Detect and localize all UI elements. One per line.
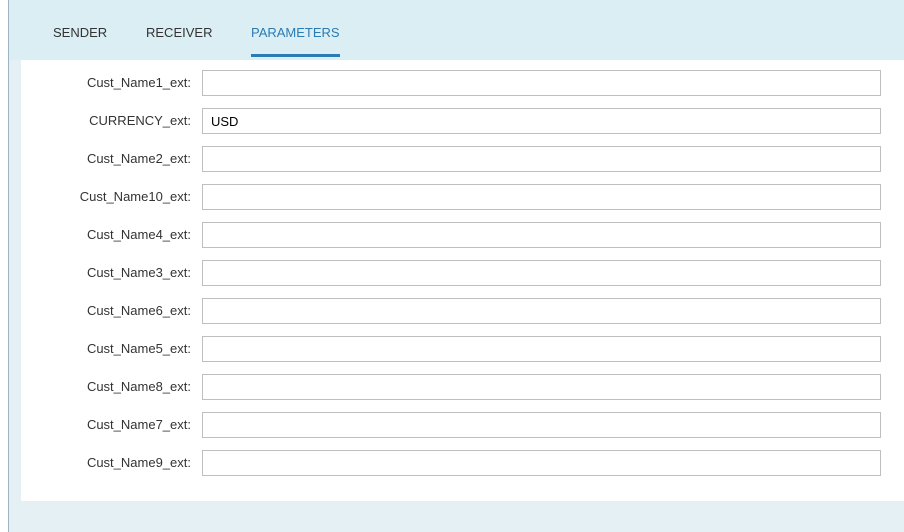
cust-name9-ext-input[interactable]: [202, 450, 881, 476]
currency-ext-input[interactable]: [202, 108, 881, 134]
parameter-row-currency: CURRENCY_ext:: [21, 108, 904, 134]
cust-name2-ext-input[interactable]: [202, 146, 881, 172]
parameters-window: SENDER RECEIVER PARAMETERS Cust_Name1_ex…: [8, 0, 904, 532]
parameter-label: Cust_Name10_ext:: [79, 189, 191, 204]
parameter-label: Cust_Name9_ext:: [86, 455, 191, 470]
parameter-row-cust-name7: Cust_Name7_ext:: [21, 412, 904, 438]
cust-name10-ext-input[interactable]: [202, 184, 881, 210]
parameter-row-cust-name8: Cust_Name8_ext:: [21, 374, 904, 400]
parameter-row-cust-name9: Cust_Name9_ext:: [21, 450, 904, 476]
cust-name4-ext-input[interactable]: [202, 222, 881, 248]
tab-parameters[interactable]: PARAMETERS: [251, 25, 340, 57]
parameter-label: Cust_Name1_ext:: [86, 75, 191, 90]
tab-sender-label: SENDER: [53, 25, 108, 40]
cust-name3-ext-input[interactable]: [202, 260, 881, 286]
tab-sender[interactable]: SENDER: [53, 25, 107, 40]
parameter-label: Cust_Name2_ext:: [86, 151, 191, 166]
parameter-label: Cust_Name4_ext:: [86, 227, 191, 242]
tab-bar: SENDER RECEIVER PARAMETERS: [9, 0, 904, 60]
tab-parameters-label: PARAMETERS: [251, 25, 340, 40]
parameter-label: CURRENCY_ext:: [89, 113, 191, 128]
parameter-label: Cust_Name6_ext:: [86, 303, 191, 318]
parameter-row-cust-name3: Cust_Name3_ext:: [21, 260, 904, 286]
parameters-panel: Cust_Name1_ext: CURRENCY_ext: Cust_Name2…: [21, 60, 904, 501]
parameter-label: Cust_Name7_ext:: [86, 417, 191, 432]
cust-name1-ext-input[interactable]: [202, 70, 881, 96]
cust-name5-ext-input[interactable]: [202, 336, 881, 362]
cust-name6-ext-input[interactable]: [202, 298, 881, 324]
cust-name7-ext-input[interactable]: [202, 412, 881, 438]
parameter-row-cust-name6: Cust_Name6_ext:: [21, 298, 904, 324]
parameter-row-cust-name5: Cust_Name5_ext:: [21, 336, 904, 362]
tab-receiver-label: RECEIVER: [146, 25, 213, 40]
parameter-label: Cust_Name3_ext:: [86, 265, 191, 280]
parameter-row-cust-name1: Cust_Name1_ext:: [21, 70, 904, 96]
parameter-label: Cust_Name8_ext:: [86, 379, 191, 394]
active-tab-indicator: [251, 54, 340, 57]
cust-name8-ext-input[interactable]: [202, 374, 881, 400]
tab-receiver[interactable]: RECEIVER: [146, 25, 212, 40]
parameter-row-cust-name2: Cust_Name2_ext:: [21, 146, 904, 172]
parameter-label: Cust_Name5_ext:: [86, 341, 191, 356]
parameter-row-cust-name4: Cust_Name4_ext:: [21, 222, 904, 248]
parameter-row-cust-name10: Cust_Name10_ext:: [21, 184, 904, 210]
